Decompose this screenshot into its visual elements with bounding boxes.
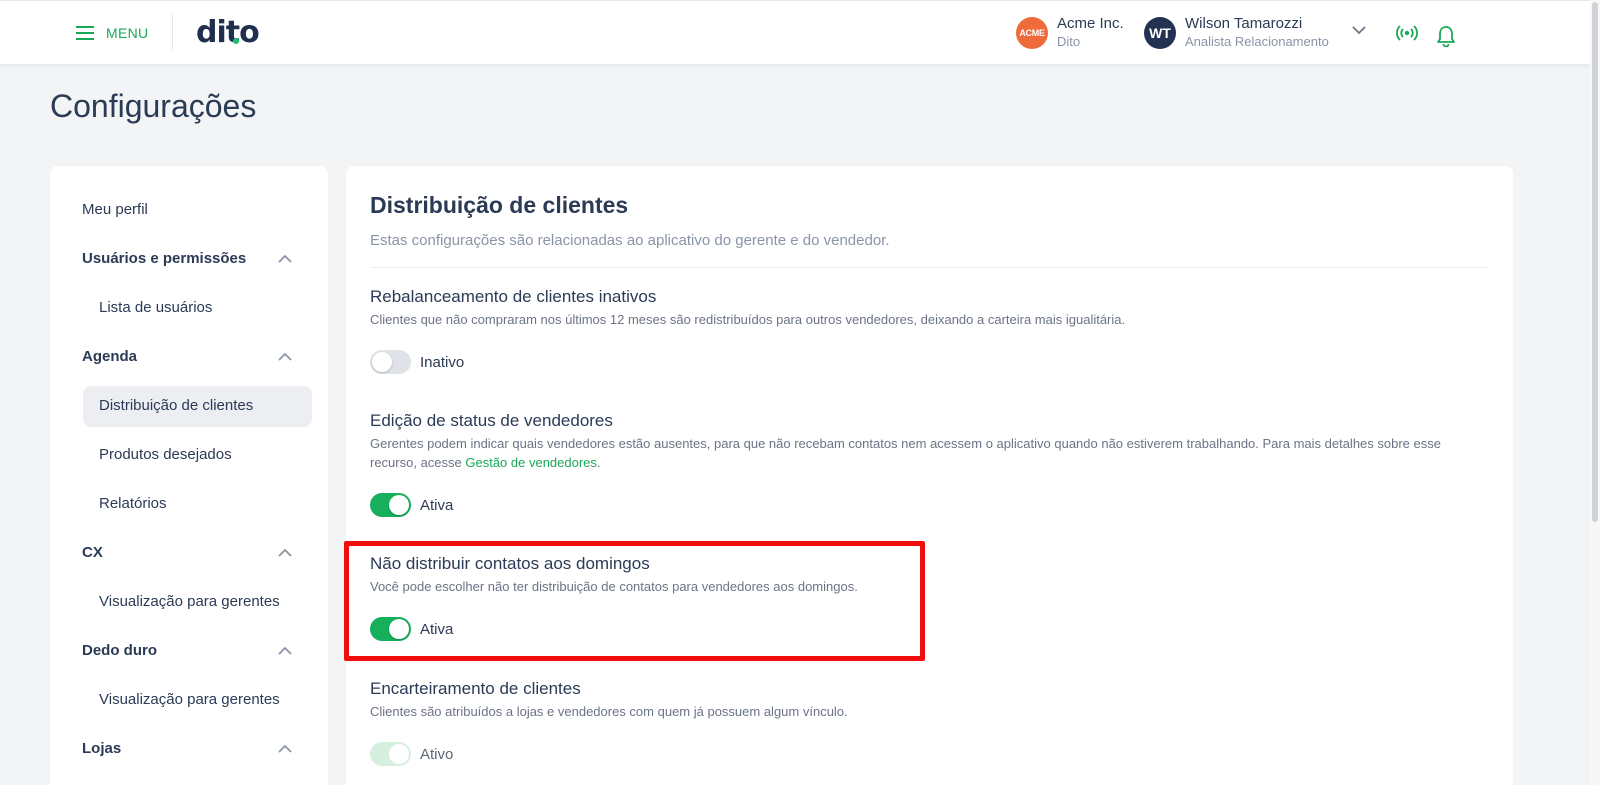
chevron-down-icon[interactable] xyxy=(1352,25,1366,35)
chevron-up-icon xyxy=(278,548,292,557)
setting-title: Edição de status de vendedores xyxy=(370,411,613,430)
toggle-switch[interactable] xyxy=(370,350,411,374)
sidebar-item-distribuicao-clientes[interactable]: Distribuição de clientes xyxy=(99,397,253,414)
toggle-state-label: Ativa xyxy=(420,620,454,638)
sidebar-item-relatorios[interactable]: Relatórios xyxy=(99,495,167,512)
setting-title: Encarteiramento de clientes xyxy=(370,679,581,698)
company-sub: Dito xyxy=(1057,34,1081,49)
gestao-vendedores-link[interactable]: Gestão de vendedores xyxy=(465,455,597,470)
sidebar-group-label: Dedo duro xyxy=(82,642,157,659)
chevron-up-icon xyxy=(278,744,292,753)
sidebar-item-dedo-duro-visualizacao[interactable]: Visualização para gerentes xyxy=(99,691,280,708)
sidebar-group-lojas[interactable]: Lojas xyxy=(82,740,292,757)
toggle-switch[interactable] xyxy=(370,742,411,766)
avatar: WT xyxy=(1144,17,1176,49)
logo-dot xyxy=(233,38,239,44)
setting-description: Gerentes podem indicar quais vendedores … xyxy=(370,436,1441,470)
hamburger-icon xyxy=(76,26,94,40)
toggle-state-label: Inativo xyxy=(420,353,465,371)
header-divider xyxy=(172,13,173,51)
menu-button[interactable]: MENU xyxy=(76,23,148,43)
company-logo: ACME xyxy=(1016,17,1048,49)
setting-description: Clientes são atribuídos a lojas e vended… xyxy=(370,704,848,719)
sidebar-item-lista-usuarios[interactable]: Lista de usuários xyxy=(99,299,212,316)
setting-rebalanceamento: Rebalanceamento de clientes inativos Cli… xyxy=(370,286,1470,374)
panel-title: Distribuição de clientes xyxy=(370,192,629,218)
page-title: Configurações xyxy=(50,88,257,124)
menu-label: MENU xyxy=(106,25,149,41)
top-header: MENU dito ACME Acme Inc. Dito WT Wilson … xyxy=(0,0,1590,64)
company-name: Acme Inc. xyxy=(1057,15,1124,32)
toggle-state-label: Ativo xyxy=(420,745,454,763)
sidebar-group-usuarios[interactable]: Usuários e permissões xyxy=(82,250,292,267)
sidebar-group-label: CX xyxy=(82,544,103,561)
dito-logo[interactable]: dito xyxy=(196,15,260,50)
sidebar-group-dedo-duro[interactable]: Dedo duro xyxy=(82,642,292,659)
company-selector[interactable]: ACME Acme Inc. Dito xyxy=(1016,15,1124,51)
user-menu[interactable]: WT Wilson Tamarozzi Analista Relacioname… xyxy=(1144,15,1329,51)
toggle-switch[interactable] xyxy=(370,493,411,517)
sidebar-group-label: Agenda xyxy=(82,348,138,365)
toggle-state-label: Ativa xyxy=(420,496,454,514)
settings-panel: Distribuição de clientes Estas configura… xyxy=(346,166,1513,785)
setting-nao-distribuir-domingos: Não distribuir contatos aos domingos Voc… xyxy=(370,553,1470,641)
sidebar-group-label: Usuários e permissões xyxy=(82,250,247,267)
toggle-switch[interactable] xyxy=(370,617,411,641)
settings-sidebar: Meu perfil Usuários e permissões Lista d… xyxy=(50,166,328,785)
user-name: Wilson Tamarozzi xyxy=(1185,15,1303,32)
panel-subtitle: Estas configurações são relacionadas ao … xyxy=(370,232,890,249)
setting-edicao-status: Edição de status de vendedores Gerentes … xyxy=(370,410,1470,517)
setting-title: Não distribuir contatos aos domingos xyxy=(370,554,650,573)
broadcast-icon[interactable] xyxy=(1396,23,1418,43)
panel-divider xyxy=(370,267,1488,268)
sidebar-item-produtos-desejados[interactable]: Produtos desejados xyxy=(99,446,232,463)
sidebar-group-agenda[interactable]: Agenda xyxy=(82,348,292,365)
setting-encarteiramento: Encarteiramento de clientes Clientes são… xyxy=(370,678,1470,766)
sidebar-group-label: Lojas xyxy=(82,740,122,757)
setting-description: Clientes que não compraram nos últimos 1… xyxy=(370,312,1126,327)
user-role: Analista Relacionamento xyxy=(1185,34,1329,49)
sidebar-group-cx[interactable]: CX xyxy=(82,544,292,561)
scrollbar-thumb[interactable] xyxy=(1592,2,1598,522)
chevron-up-icon xyxy=(278,646,292,655)
sidebar-item-cx-visualizacao[interactable]: Visualização para gerentes xyxy=(99,593,280,610)
setting-description: Você pode escolher não ter distribuição … xyxy=(370,579,858,594)
chevron-up-icon xyxy=(278,254,292,263)
sidebar-item-meu-perfil[interactable]: Meu perfil xyxy=(82,201,148,218)
chevron-up-icon xyxy=(278,352,292,361)
setting-title: Rebalanceamento de clientes inativos xyxy=(370,287,657,306)
bell-icon[interactable] xyxy=(1436,25,1456,47)
